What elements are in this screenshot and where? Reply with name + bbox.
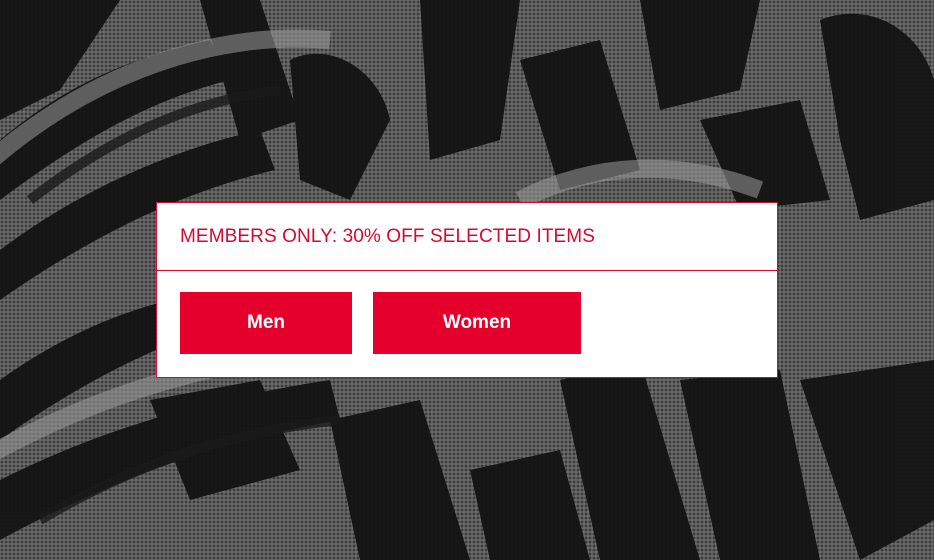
shop-men-button[interactable]: Men: [180, 292, 352, 354]
promo-actions: Men Women: [157, 271, 777, 354]
shop-women-button[interactable]: Women: [373, 292, 581, 354]
promo-title: MEMBERS ONLY: 30% OFF SELECTED ITEMS: [180, 225, 596, 247]
promo-popup: MEMBERS ONLY: 30% OFF SELECTED ITEMS Men…: [156, 202, 778, 378]
promo-header: MEMBERS ONLY: 30% OFF SELECTED ITEMS: [157, 203, 777, 271]
hero-banner: MEMBERS ONLY: 30% OFF SELECTED ITEMS Men…: [0, 0, 934, 560]
